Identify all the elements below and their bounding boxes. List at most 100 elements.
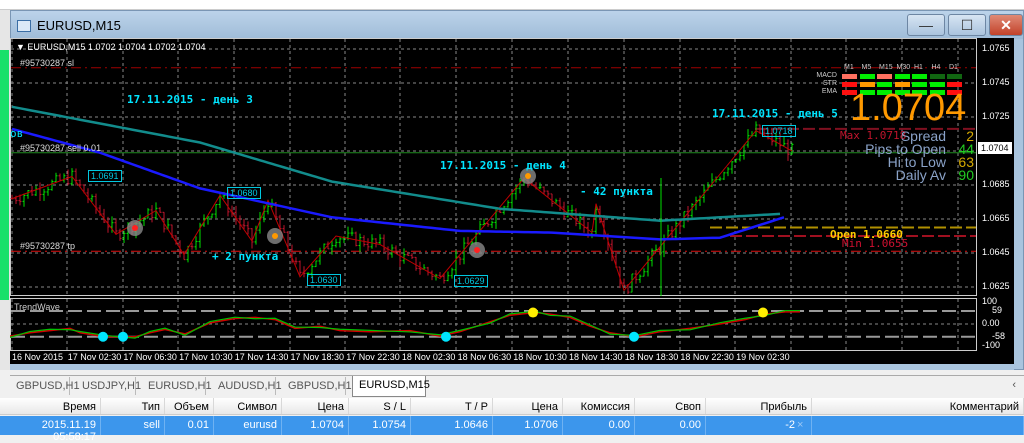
signal-cell xyxy=(859,74,875,79)
tab-usdjpy-h1[interactable]: USDJPY,H1 xyxy=(76,377,141,395)
time-tick: 17 Nov 14:30 xyxy=(234,352,289,362)
trendwave-sell-dot-icon xyxy=(441,331,451,342)
timeframe-label: M30 xyxy=(896,64,911,71)
window-title: EURUSD,M15 xyxy=(37,18,121,33)
left-cut-label: ов xyxy=(10,127,24,140)
time-tick: 18 Nov 02:30 xyxy=(401,352,456,362)
chart-scrollbar[interactable] xyxy=(10,364,1014,370)
tabs-scroll-arrow[interactable]: ‹ xyxy=(1012,379,1016,391)
time-tick: 18 Nov 14:30 xyxy=(569,352,623,362)
price-tick: 1.0625 xyxy=(982,281,1010,291)
trendwave-sell-dot-icon xyxy=(629,331,639,342)
price-label: 1.0629 xyxy=(454,275,488,287)
column-header[interactable]: Прибыль xyxy=(706,398,812,414)
minimize-button[interactable]: — xyxy=(907,14,945,36)
table-cell: sell xyxy=(101,416,165,435)
column-header[interactable]: Цена xyxy=(493,398,563,414)
time-tick: 18 Nov 22:30 xyxy=(680,352,734,362)
annotation-plus2: + 2 пункта xyxy=(212,250,279,263)
tab-gbpusd-h1[interactable]: GBPUSD,H1 xyxy=(10,377,80,395)
indicator-tick: 0.00 xyxy=(982,318,1000,328)
price-tick: 1.0745 xyxy=(982,77,1010,87)
table-cell: 1.0706 xyxy=(493,416,563,435)
big-price: 1.0704 xyxy=(850,87,967,129)
signal-cell xyxy=(929,74,945,79)
trade-arrow-icon xyxy=(272,233,278,239)
tab-eurusd-m15[interactable]: EURUSD,M15 xyxy=(352,376,430,397)
table-cell: 0.00 xyxy=(563,416,635,435)
time-tick: 19 Nov 02:30 xyxy=(736,352,790,362)
price-tick: 1.0665 xyxy=(982,213,1010,223)
price-tick: 1.0725 xyxy=(982,111,1010,121)
timeframe-label: H1 xyxy=(914,64,923,71)
timeframe-label: M5 xyxy=(861,64,872,71)
tab-eurusd-h1[interactable]: EURUSD,H1 xyxy=(142,377,212,395)
maximize-button[interactable]: ☐ xyxy=(948,14,986,36)
zigzag-line xyxy=(11,129,793,292)
time-tick: 17 Nov 10:30 xyxy=(179,352,233,362)
time-tick: 18 Nov 10:30 xyxy=(513,352,567,362)
close-order-icon[interactable]: × xyxy=(797,419,803,431)
signal-cell xyxy=(842,74,857,79)
time-tick: 16 Nov 2015 xyxy=(12,352,64,362)
app-top-strip xyxy=(0,0,1024,10)
trade-arrow-icon xyxy=(132,225,138,231)
trendwave-main-line xyxy=(10,309,800,339)
price-label: 1.0691 xyxy=(88,170,122,182)
indicator-name: TrendWave xyxy=(14,302,60,312)
signal-cell xyxy=(947,74,962,79)
annotation-day5: 17.11.2015 - день 5 xyxy=(712,107,838,120)
price-chart[interactable]: ▼ EURUSD,M15 1.0702 1.0704 1.0702 1.0704… xyxy=(10,38,1014,370)
close-button[interactable]: ✕ xyxy=(989,14,1023,36)
price-label: 1.0680 xyxy=(227,187,261,199)
left-panel-edge xyxy=(0,10,10,370)
table-cell: 0.01 xyxy=(165,416,214,435)
trendwave-sell-dot-icon xyxy=(98,331,108,342)
time-tick: 17 Nov 22:30 xyxy=(346,352,400,362)
time-tick: 18 Nov 18:30 xyxy=(624,352,679,362)
column-header[interactable]: Тип xyxy=(101,398,165,414)
chart-window-icon xyxy=(17,20,31,32)
table-cell xyxy=(812,416,1024,435)
stat-label: Daily Av xyxy=(895,167,946,183)
table-cell: 0.00 xyxy=(635,416,706,435)
tab-audusd-h1[interactable]: AUDUSD,H1 xyxy=(212,377,282,395)
column-header[interactable]: S / L xyxy=(349,398,411,414)
price-tick: 1.0685 xyxy=(982,179,1010,189)
tab-gbpusd-h1[interactable]: GBPUSD,H1 xyxy=(282,377,352,395)
trendwave-buy-dot-icon xyxy=(528,307,538,318)
column-header[interactable]: Цена xyxy=(282,398,349,414)
column-header[interactable]: Комментарий xyxy=(812,398,1024,414)
table-row[interactable]: 2015.11.19 05:58:17 sell 0.01 eurusd 1.0704 1… xyxy=(0,416,1024,443)
column-header[interactable]: Символ xyxy=(214,398,282,414)
timeframe-label: D1 xyxy=(949,64,958,71)
signal-row-label: MACD xyxy=(816,72,837,79)
column-header[interactable]: Время xyxy=(0,398,101,414)
title-bar[interactable]: EURUSD,M15 — ☐ ✕ xyxy=(11,11,1023,39)
tp-order-label: #95730287 tp xyxy=(20,241,76,251)
price-label: 1.0630 xyxy=(307,274,341,286)
chart-tabs: ‹ GBPUSD,H1 USDJPY,H1 EURUSD,H1 AUDUSD,H1 GB… xyxy=(10,375,1024,397)
timeframe-label: M1 xyxy=(844,64,854,71)
table-cell: 2015.11.19 05:58:17 xyxy=(0,416,101,443)
trendwave-buy-dot-icon xyxy=(758,307,768,318)
trendwave-signal-line xyxy=(10,311,800,338)
indicator-tick: -100 xyxy=(982,340,1001,350)
time-tick: 18 Nov 06:30 xyxy=(457,352,512,362)
column-header[interactable]: Объем xyxy=(165,398,214,414)
signal-cell xyxy=(877,74,892,79)
time-tick: 17 Nov 18:30 xyxy=(290,352,345,362)
signal-cell xyxy=(894,74,910,79)
price-tick: 1.0645 xyxy=(982,247,1010,257)
sl-order-label: #95730287 sl xyxy=(20,58,75,68)
column-header[interactable]: Комиссия xyxy=(563,398,635,414)
sell-order-label: #95730287 sell 0.01 xyxy=(20,143,102,153)
price-tick: 1.0765 xyxy=(982,43,1010,53)
timeframe-label: H4 xyxy=(931,64,941,71)
column-header[interactable]: T / P xyxy=(411,398,493,414)
column-header[interactable]: Своп xyxy=(635,398,706,414)
time-tick: 17 Nov 06:30 xyxy=(123,352,177,362)
annotation-day3: 17.11.2015 - день 3 xyxy=(127,93,253,106)
trade-table-header: Время Тип Объем Символ Цена S / LT / P Цена Ком… xyxy=(0,398,1024,415)
table-cell: 1.0704 xyxy=(282,416,349,435)
